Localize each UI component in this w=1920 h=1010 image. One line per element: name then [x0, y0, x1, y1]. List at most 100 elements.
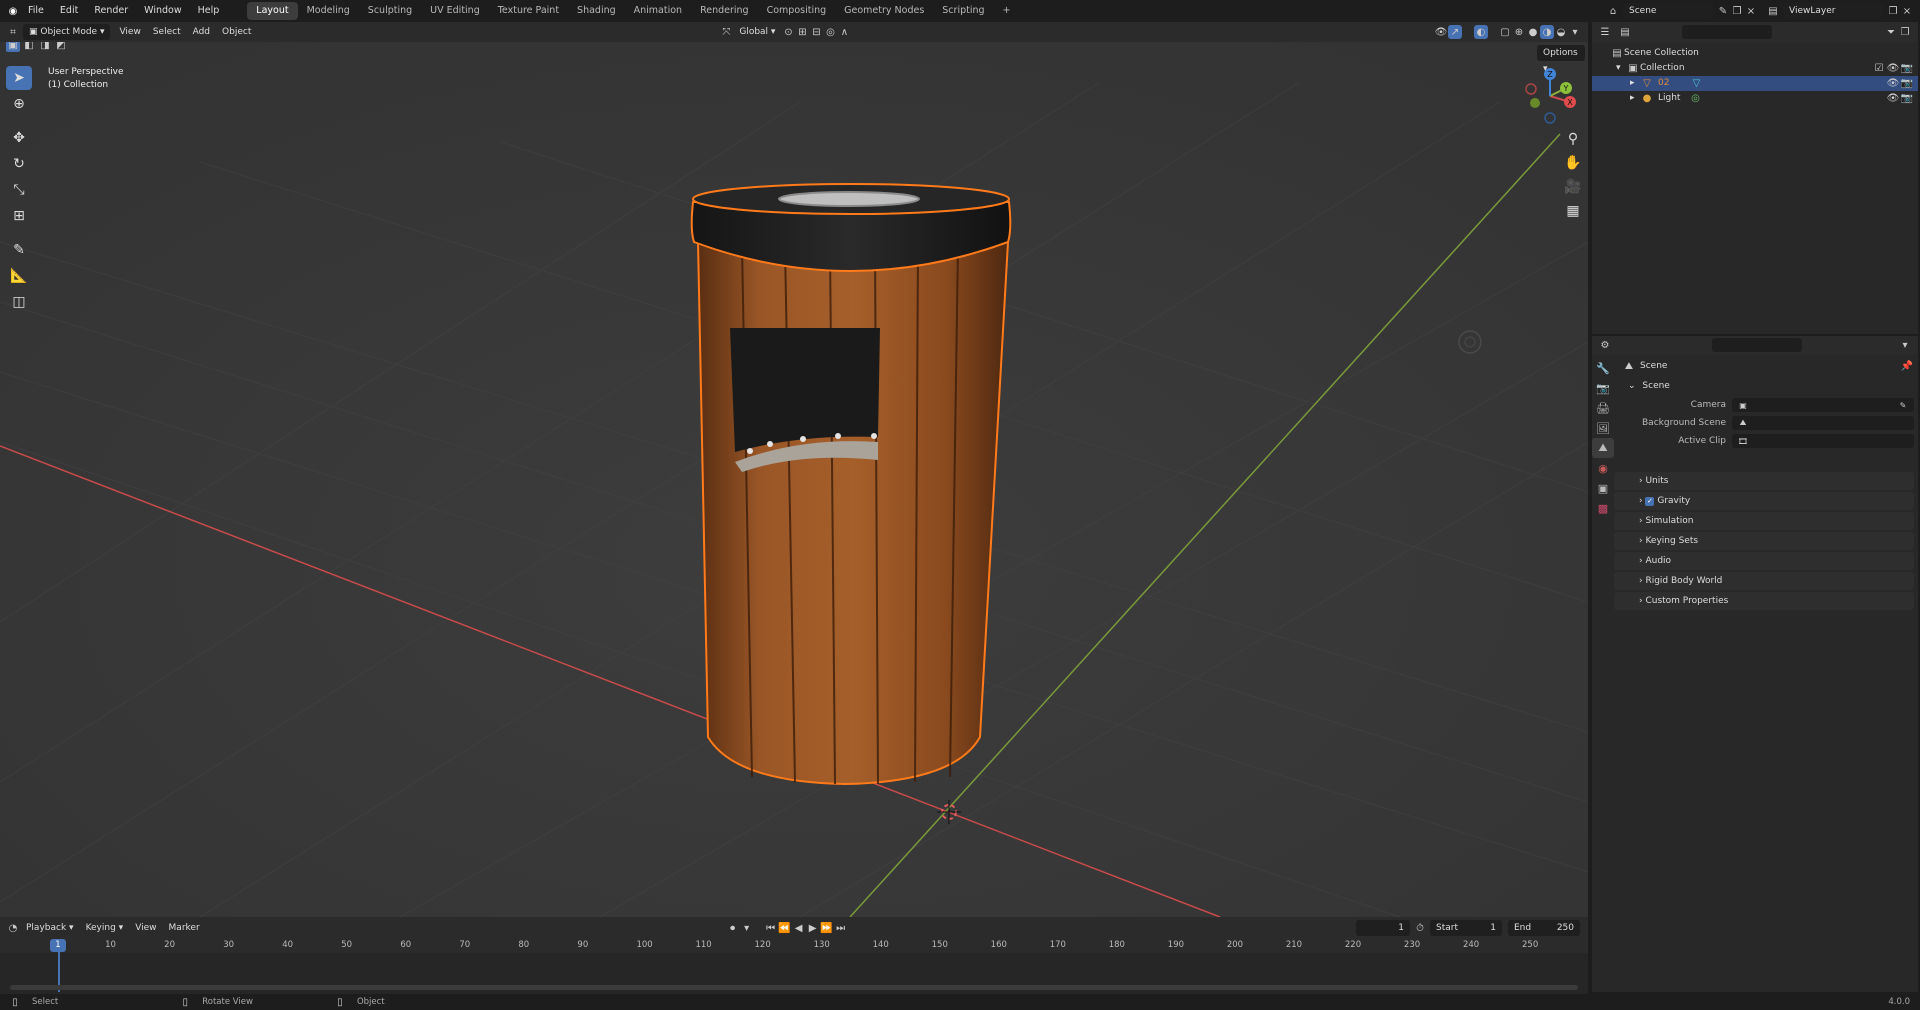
camera-icon[interactable]: 📷 — [1900, 92, 1914, 106]
options-dropdown[interactable]: Options ▾ — [1537, 45, 1585, 74]
menu-playback[interactable]: Playback ▾ — [20, 918, 80, 938]
gravity-checkbox[interactable]: ✓ — [1645, 497, 1655, 506]
record-options-icon[interactable]: ▾ — [740, 921, 754, 935]
units-panel[interactable]: › Units — [1614, 472, 1914, 490]
timeline[interactable]: 1102030405060708090100110120130140150160… — [0, 939, 1588, 994]
background-scene-field[interactable]: ⛰ — [1732, 416, 1914, 430]
pin-icon[interactable]: ✎ — [1716, 4, 1730, 18]
scene-tab-icon[interactable]: ⛰ — [1592, 438, 1614, 458]
camera-icon[interactable]: 📷 — [1900, 77, 1914, 91]
close-icon[interactable]: × — [1744, 4, 1758, 18]
menu-keying[interactable]: Keying ▾ — [80, 918, 130, 938]
scene-panel-header[interactable]: ⌄ Scene — [1622, 376, 1914, 396]
custom-properties-panel[interactable]: › Custom Properties — [1614, 592, 1914, 610]
menu-file[interactable]: File — [20, 0, 52, 22]
select-invert-icon[interactable]: ◩ — [54, 42, 68, 52]
outliner-item-light[interactable]: ▸ ● Light ◎ 👁 📷 — [1592, 91, 1918, 106]
menu-marker[interactable]: Marker — [163, 918, 206, 938]
navigation-gizmo[interactable]: X Y Z — [1520, 66, 1580, 126]
annotate-tool-icon[interactable]: ✎ — [6, 238, 32, 262]
preview-range-icon[interactable]: ⏱ — [1413, 921, 1427, 935]
menu-help[interactable]: Help — [190, 0, 228, 22]
record-icon[interactable]: ⏺ — [726, 921, 740, 935]
simulation-panel[interactable]: › Simulation — [1614, 512, 1914, 530]
tab-compositing[interactable]: Compositing — [758, 2, 836, 20]
add-cube-tool-icon[interactable]: ◫ — [6, 290, 32, 314]
tab-geometry-nodes[interactable]: Geometry Nodes — [835, 2, 933, 20]
outliner-editor-icon[interactable]: ☰ — [1598, 25, 1612, 39]
move-tool-icon[interactable]: ✥ — [6, 126, 32, 150]
properties-search-input[interactable] — [1712, 338, 1802, 352]
keying-sets-panel[interactable]: › Keying Sets — [1614, 532, 1914, 550]
material-shading-icon[interactable]: ◑ — [1540, 25, 1554, 39]
select-tool-icon[interactable]: ➤ — [6, 66, 32, 90]
eye-icon[interactable]: 👁 — [1886, 92, 1900, 106]
eyedropper-icon[interactable]: ✎ — [1896, 398, 1910, 412]
gravity-panel[interactable]: › ✓ Gravity — [1614, 492, 1914, 510]
tool-tab-icon[interactable]: 🔧 — [1592, 358, 1614, 378]
cursor-tool-icon[interactable]: ⊕ — [6, 92, 32, 116]
snap-icon[interactable]: ⊞ — [795, 25, 809, 39]
outliner-item-02[interactable]: ▸ ▽ 02 ▽ 👁 📷 — [1592, 76, 1918, 91]
camera-field[interactable]: ▣ ✎ — [1732, 398, 1914, 412]
properties-editor-icon[interactable]: ⚙ — [1598, 338, 1612, 352]
tab-texture-paint[interactable]: Texture Paint — [489, 2, 568, 20]
scale-tool-icon[interactable]: ⤡ — [6, 178, 32, 202]
select-extend-icon[interactable]: ◧ — [22, 42, 36, 52]
select-new-icon[interactable]: ▣ — [6, 42, 20, 52]
rigid-body-world-panel[interactable]: › Rigid Body World — [1614, 572, 1914, 590]
add-workspace-button[interactable]: + — [994, 2, 1020, 20]
proportional-edit-icon[interactable]: ◎ — [823, 25, 837, 39]
outliner-search-input[interactable] — [1682, 25, 1772, 39]
view-layer-tab-icon[interactable]: 🖼 — [1592, 418, 1614, 438]
jump-end-icon[interactable]: ⏭ — [834, 921, 848, 935]
new-collection-icon[interactable]: ❐ — [1898, 25, 1912, 39]
tab-sculpting[interactable]: Sculpting — [359, 2, 421, 20]
jump-start-icon[interactable]: ⏮ — [764, 921, 778, 935]
falloff-icon[interactable]: ∧ — [837, 25, 851, 39]
menu-add[interactable]: Add — [187, 22, 216, 42]
measure-tool-icon[interactable]: 📐 — [6, 264, 32, 288]
editor-type-icon[interactable]: ⌗ — [6, 25, 20, 39]
gizmo-toggle-icon[interactable]: ↗ — [1448, 25, 1462, 39]
rotate-tool-icon[interactable]: ↻ — [6, 152, 32, 176]
camera-icon[interactable]: 📷 — [1900, 62, 1914, 76]
tab-scripting[interactable]: Scripting — [933, 2, 993, 20]
scene-icon[interactable]: ⌂ — [1606, 4, 1620, 18]
trash-bin-object[interactable] — [690, 183, 1012, 786]
audio-panel[interactable]: › Audio — [1614, 552, 1914, 570]
play-icon[interactable]: ▶ — [806, 921, 820, 935]
checkbox-icon[interactable]: ☑ — [1872, 62, 1886, 76]
tab-animation[interactable]: Animation — [625, 2, 691, 20]
tab-rendering[interactable]: Rendering — [691, 2, 758, 20]
new-scene-icon[interactable]: ❐ — [1730, 4, 1744, 18]
pin-icon[interactable]: 📌 — [1900, 359, 1914, 373]
menu-edit[interactable]: Edit — [52, 0, 86, 22]
menu-select[interactable]: Select — [147, 22, 187, 42]
tab-shading[interactable]: Shading — [568, 2, 625, 20]
pan-hand-icon[interactable]: ✋ — [1560, 152, 1586, 174]
filter-icon[interactable]: ⏷ — [1884, 25, 1898, 39]
blender-logo-icon[interactable]: ◉ — [6, 4, 20, 18]
mode-selector[interactable]: ▣ Object Mode ▾ — [23, 24, 111, 40]
camera-view-icon[interactable]: 🎥 — [1560, 176, 1586, 198]
outliner-collection-row[interactable]: ▾ ▣ Collection ☑ 👁 📷 — [1592, 61, 1918, 76]
wireframe-shading-icon[interactable]: ⊕ — [1512, 25, 1526, 39]
display-mode-icon[interactable]: ▤ — [1618, 25, 1632, 39]
eye-icon[interactable]: 👁 — [1886, 77, 1900, 91]
tab-uv-editing[interactable]: UV Editing — [421, 2, 489, 20]
xray-icon[interactable]: ▢ — [1498, 25, 1512, 39]
new-view-layer-icon[interactable]: ❐ — [1886, 4, 1900, 18]
outliner-scene-collection[interactable]: ▤ Scene Collection — [1592, 46, 1918, 61]
ortho-grid-icon[interactable]: ▦ — [1560, 200, 1586, 222]
zoom-icon[interactable]: ⚲ — [1560, 128, 1586, 150]
remove-view-layer-icon[interactable]: × — [1900, 4, 1914, 18]
overlay-toggle-icon[interactable]: ◐ — [1474, 25, 1488, 39]
playhead-frame-label[interactable]: 1 — [50, 939, 66, 952]
orientation-selector[interactable]: Global ▾ — [733, 22, 781, 42]
output-tab-icon[interactable]: 🖨 — [1592, 398, 1614, 418]
menu-view[interactable]: View — [113, 22, 146, 42]
prev-keyframe-icon[interactable]: ⏪ — [778, 921, 792, 935]
tab-layout[interactable]: Layout — [247, 2, 298, 20]
transform-orientation-icon[interactable]: ⤧ — [719, 25, 733, 39]
